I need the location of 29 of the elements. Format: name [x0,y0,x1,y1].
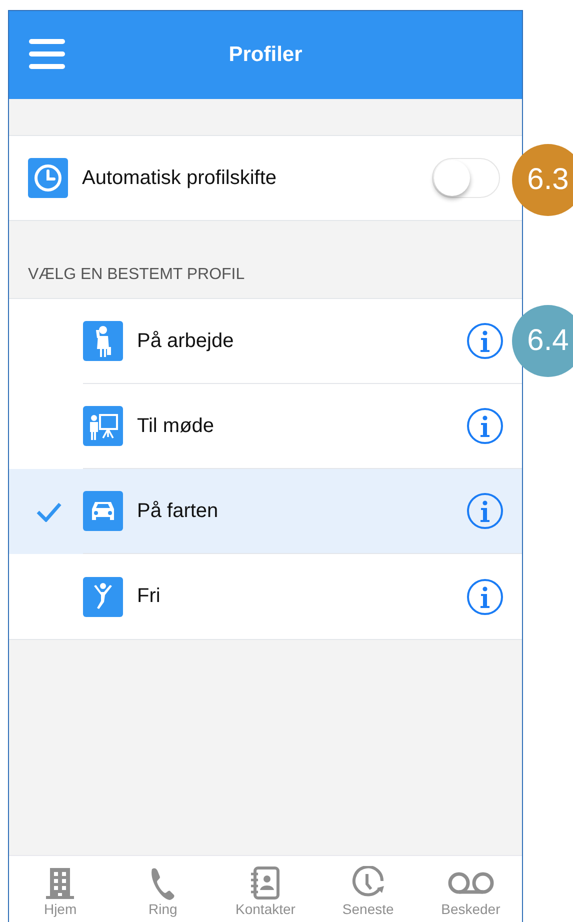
profile-name: Til møde [137,414,216,438]
presentation-icon [83,406,123,446]
profile-name: På arbejde [137,330,235,352]
profile-name: Fri [137,585,162,608]
profile-row[interactable]: Fri [9,554,522,639]
menu-icon[interactable] [29,39,65,69]
clock-icon [28,158,68,198]
toggle-switch[interactable] [432,158,500,198]
section-label: VÆLG EN BESTEMT PROFIL [28,266,245,284]
callout-tooltip: 6.4 [512,305,573,377]
tab-item[interactable]: Seneste [316,856,420,922]
checkmark-icon [36,502,62,522]
toggle-label: Automatisk profilskifte [82,166,278,190]
tab-item[interactable]: Beskeder [419,856,522,922]
info-icon[interactable] [466,492,504,530]
info-icon[interactable] [466,407,504,445]
tab-item[interactable]: Kontakter [214,856,317,922]
person-icon [83,321,123,361]
address-book-icon [248,866,282,900]
tab-item[interactable]: Hjem [9,856,112,922]
info-icon[interactable] [466,578,504,616]
jumping-person-icon [83,576,123,616]
tab-item[interactable]: Ring [112,856,214,922]
callout-tooltip: 6.3 [512,144,573,216]
car-icon [83,491,123,531]
profile-name: På farten [137,500,220,522]
info-icon[interactable] [466,322,504,360]
profile-row[interactable]: På farten [9,469,522,554]
screen-title: Profiler [228,43,302,67]
